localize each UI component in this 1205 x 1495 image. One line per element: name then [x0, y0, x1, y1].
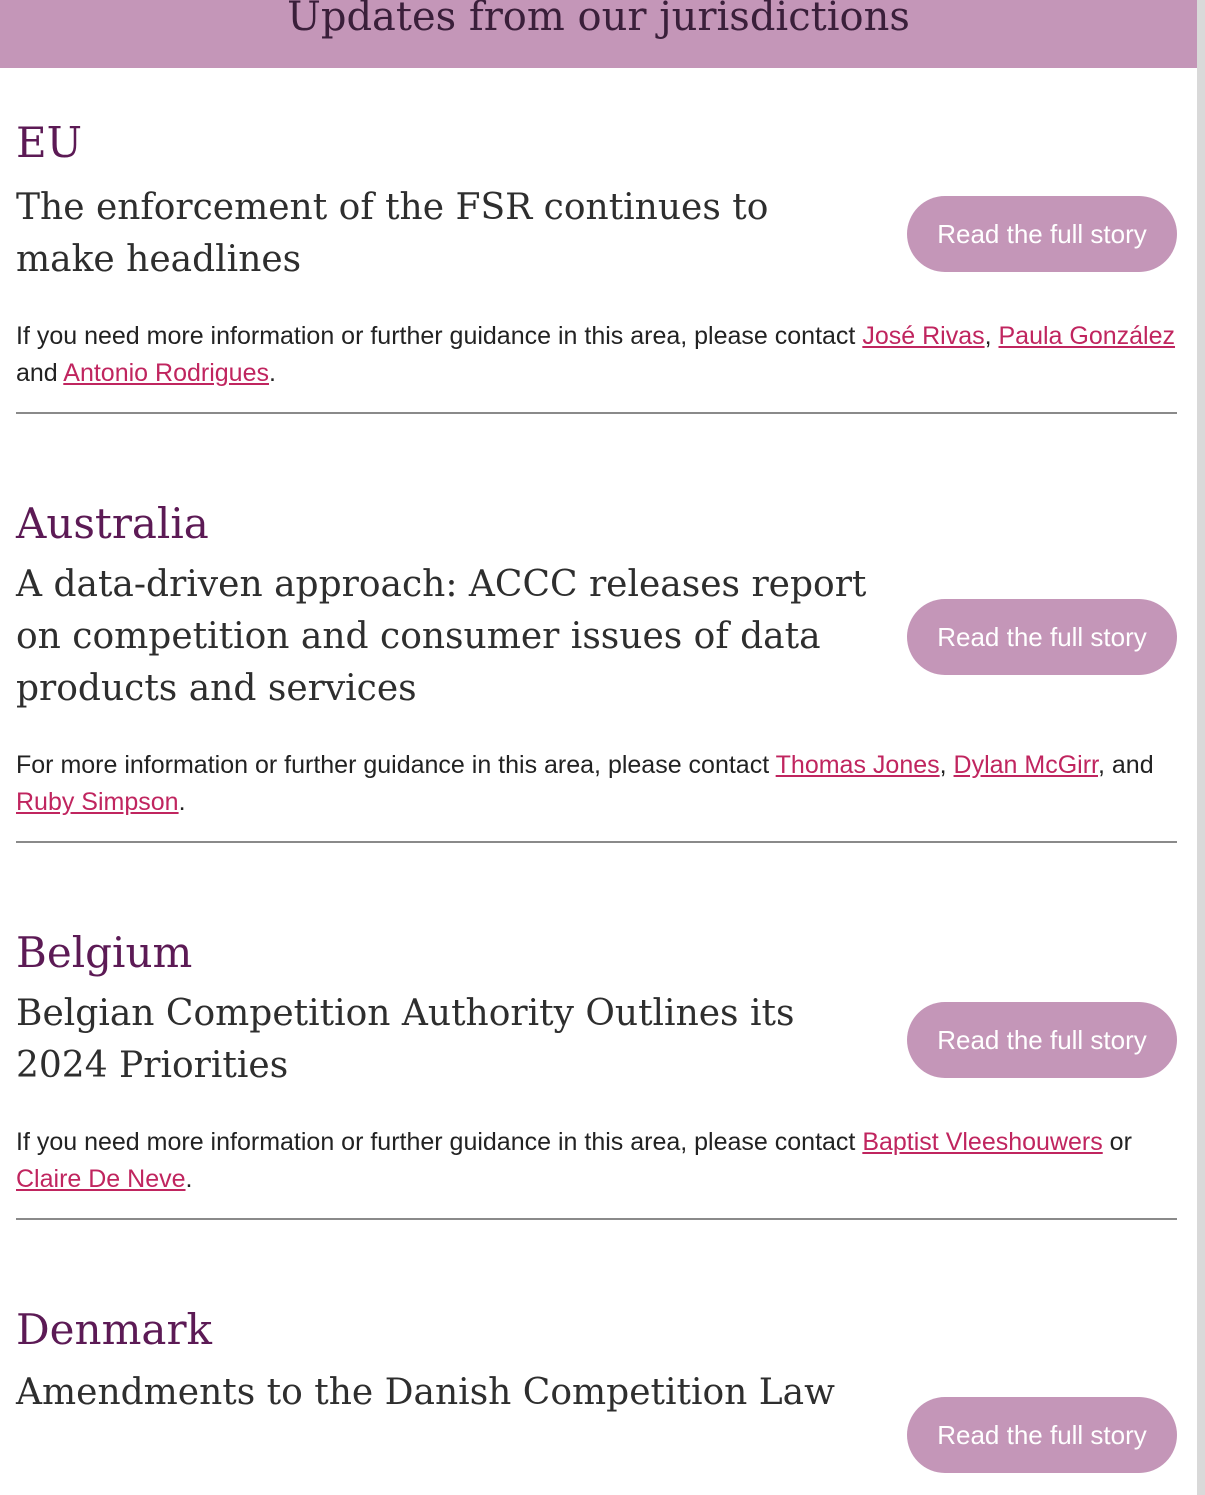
country-heading: Australia: [16, 499, 209, 548]
story-row: A data-driven approach: ACCC releases re…: [16, 559, 1177, 715]
country-heading: EU: [16, 118, 83, 167]
contact-link[interactable]: Claire De Neve: [16, 1165, 186, 1193]
contact-separator: ,: [939, 751, 954, 779]
read-full-story-button[interactable]: Read the full story: [907, 196, 1177, 272]
story-row: Amendments to the Danish Competition Law…: [16, 1367, 1177, 1473]
contact-suffix: .: [178, 788, 186, 816]
contact-link[interactable]: Ruby Simpson: [16, 788, 179, 816]
contact-suffix: .: [185, 1165, 193, 1193]
contact-prefix: For more information or further guidance…: [16, 751, 776, 779]
contact-text: For more information or further guidance…: [16, 747, 1177, 821]
jurisdiction-section-belgium: Belgium Belgian Competition Authority Ou…: [16, 843, 1177, 1220]
country-heading: Denmark: [16, 1305, 212, 1354]
contact-link[interactable]: José Rivas: [862, 322, 984, 350]
contact-link[interactable]: Baptist Vleeshouwers: [862, 1128, 1102, 1156]
contact-link[interactable]: Thomas Jones: [776, 751, 940, 779]
contact-separator: , and: [1098, 751, 1154, 779]
contact-separator: and: [16, 359, 64, 387]
contact-link[interactable]: Paula González: [999, 322, 1176, 350]
contact-link[interactable]: Dylan McGirr: [954, 751, 1098, 779]
jurisdiction-list: EU The enforcement of the FSR continues …: [0, 68, 1197, 1473]
contact-prefix: If you need more information or further …: [16, 1128, 863, 1156]
contact-suffix: .: [268, 359, 276, 387]
contact-text: If you need more information or further …: [16, 318, 1177, 392]
story-title: Amendments to the Danish Competition Law: [16, 1372, 835, 1413]
newsletter-page: Updates from our jurisdictions EU The en…: [0, 0, 1197, 1473]
section-banner: Updates from our jurisdictions: [0, 0, 1197, 68]
story-title: Belgian Competition Authority Outlines i…: [16, 993, 795, 1086]
scrollbar[interactable]: [1197, 0, 1205, 1495]
story-title: A data-driven approach: ACCC releases re…: [16, 564, 867, 709]
jurisdiction-section-australia: Australia A data-driven approach: ACCC r…: [16, 414, 1177, 843]
story-title: The enforcement of the FSR continues to …: [16, 187, 769, 280]
jurisdiction-section-eu: EU The enforcement of the FSR continues …: [16, 68, 1177, 414]
story-row: The enforcement of the FSR continues to …: [16, 182, 1177, 286]
read-full-story-button[interactable]: Read the full story: [907, 1002, 1177, 1078]
contact-prefix: If you need more information or further …: [16, 322, 863, 350]
read-full-story-button[interactable]: Read the full story: [907, 599, 1177, 675]
jurisdiction-section-denmark: Denmark Amendments to the Danish Competi…: [16, 1220, 1177, 1473]
story-row: Belgian Competition Authority Outlines i…: [16, 988, 1177, 1092]
contact-text: If you need more information or further …: [16, 1124, 1177, 1198]
banner-title: Updates from our jurisdictions: [287, 0, 910, 40]
contact-link[interactable]: Antonio Rodrigues: [63, 359, 269, 387]
contact-separator: or: [1102, 1128, 1132, 1156]
contact-separator: ,: [984, 322, 999, 350]
read-full-story-button[interactable]: Read the full story: [907, 1397, 1177, 1473]
country-heading: Belgium: [16, 928, 193, 977]
